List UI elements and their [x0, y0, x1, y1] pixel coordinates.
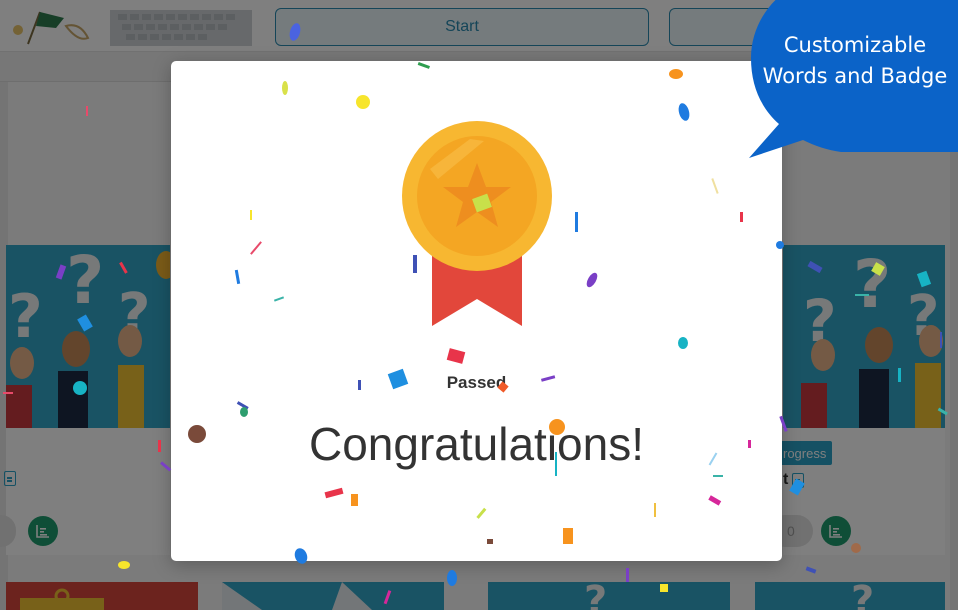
- medal-icon: [402, 121, 552, 326]
- dialog-heading: Congratulations!: [309, 418, 644, 470]
- result-status: Passed: [446, 373, 507, 392]
- promo-caption: Customizable Words and Badge: [752, 30, 958, 92]
- promo-caption-line-1: Customizable: [783, 33, 927, 57]
- congratulations-dialog: Passed Congratulations!: [171, 61, 782, 561]
- promo-caption-line-2: Words and Badge: [762, 64, 948, 88]
